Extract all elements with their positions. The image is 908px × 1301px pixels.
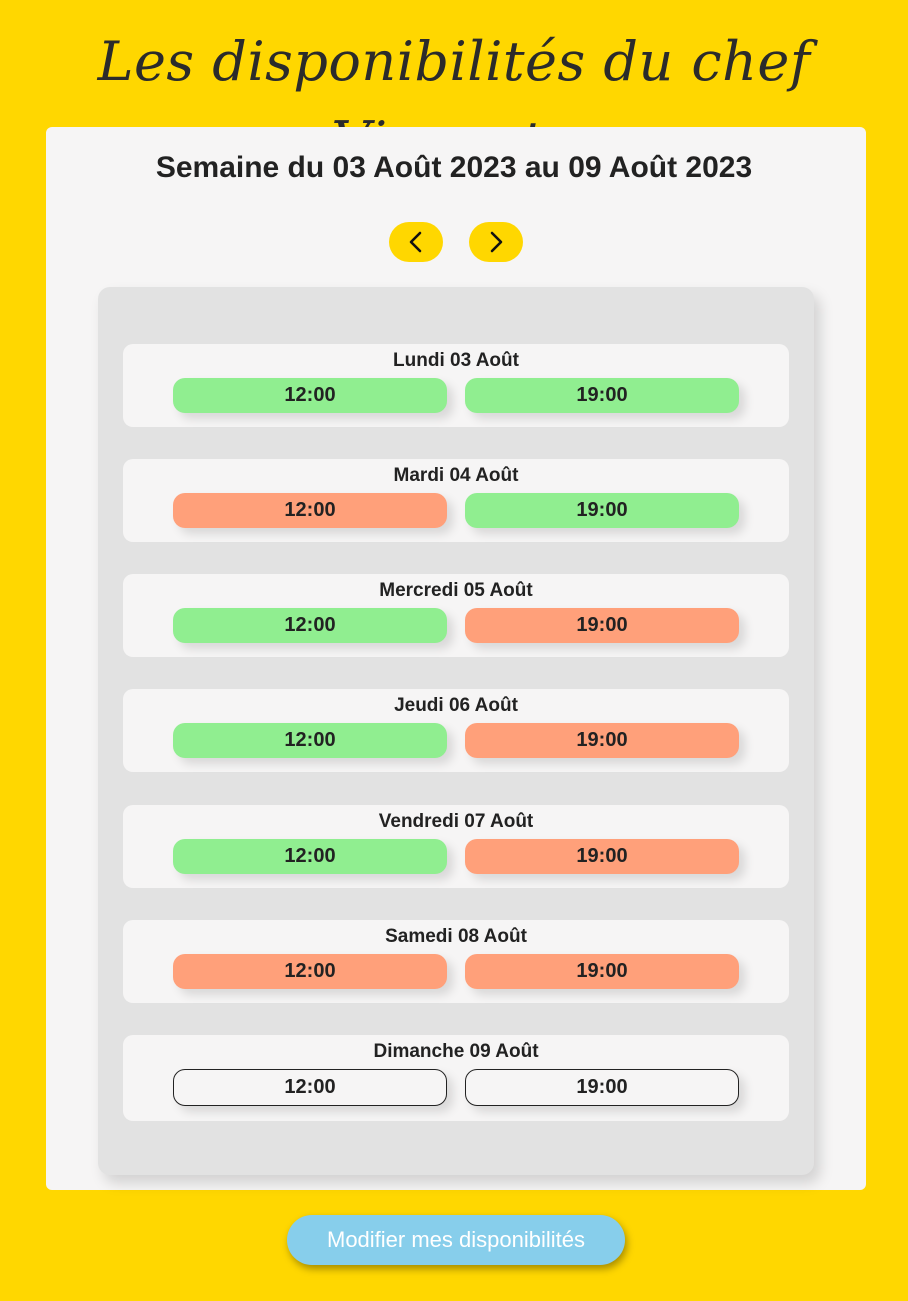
modify-availability-button[interactable]: Modifier mes disponibilités [287,1215,625,1265]
day-label: Mardi 04 Août [393,465,519,486]
week-title: Semaine du 03 Août 2023 au 09 Août 2023 [155,151,753,184]
slot-button-dinner[interactable]: 19:00 [465,493,739,528]
slot-button-dinner[interactable]: 19:00 [465,608,739,643]
slot-button-lunch[interactable]: 12:00 [173,1069,447,1106]
slot-button-dinner[interactable]: 19:00 [465,723,739,758]
day-label: Vendredi 07 Août [378,811,534,832]
slot-button-lunch[interactable]: 12:00 [173,954,447,989]
slot-button-lunch[interactable]: 12:00 [173,378,447,413]
chevron-right-icon [490,231,503,253]
day-row-monday: Lundi 03 Août 12:00 19:00 [123,344,789,427]
day-row-thursday: Jeudi 06 Août 12:00 19:00 [123,689,789,772]
day-label: Jeudi 06 Août [394,695,518,716]
day-row-saturday: Samedi 08 Août 12:00 19:00 [123,920,789,1003]
slot-button-lunch[interactable]: 12:00 [173,839,447,874]
day-label: Samedi 08 Août [385,926,527,947]
day-row-tuesday: Mardi 04 Août 12:00 19:00 [123,459,789,542]
slot-button-dinner[interactable]: 19:00 [465,839,739,874]
slot-button-dinner[interactable]: 19:00 [465,378,739,413]
slot-button-dinner[interactable]: 19:00 [465,1069,739,1106]
slot-button-lunch[interactable]: 12:00 [173,493,447,528]
slot-button-lunch[interactable]: 12:00 [173,608,447,643]
day-label: Dimanche 09 Août [373,1041,539,1062]
next-week-button[interactable] [469,222,523,262]
day-label: Lundi 03 Août [393,350,519,371]
chevron-left-icon [409,231,422,253]
day-label: Mercredi 05 Août [379,580,533,601]
day-row-sunday: Dimanche 09 Août 12:00 19:00 [123,1035,789,1121]
slot-button-dinner[interactable]: 19:00 [465,954,739,989]
day-row-wednesday: Mercredi 05 Août 12:00 19:00 [123,574,789,657]
day-row-friday: Vendredi 07 Août 12:00 19:00 [123,805,789,888]
slot-button-lunch[interactable]: 12:00 [173,723,447,758]
previous-week-button[interactable] [389,222,443,262]
